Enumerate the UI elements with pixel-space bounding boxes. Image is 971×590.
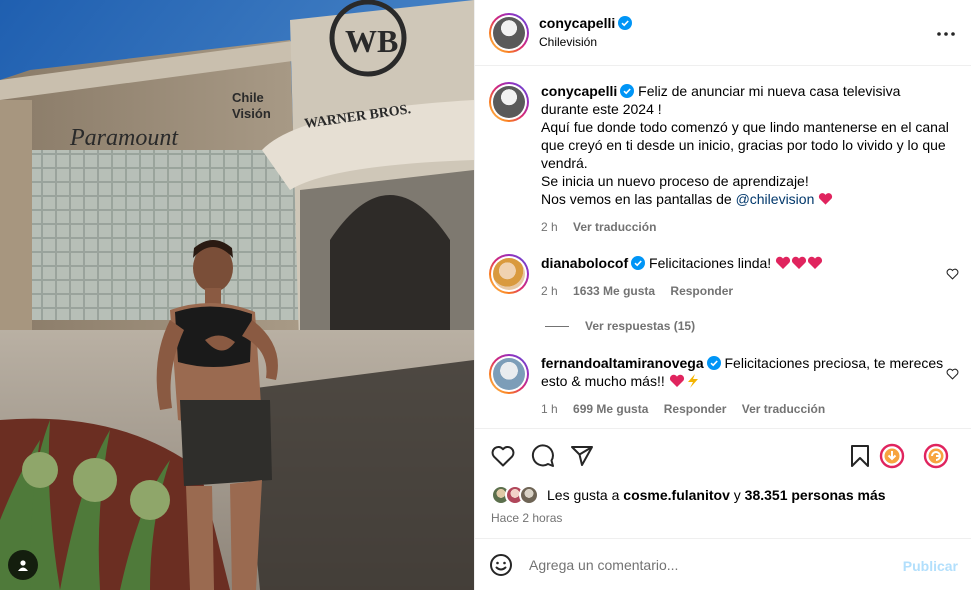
- verified-badge-icon: [618, 16, 633, 30]
- view-replies-button[interactable]: Ver respuestas (15): [545, 319, 695, 333]
- reply-button[interactable]: Responder: [664, 402, 727, 416]
- comment-bubble-icon: [531, 444, 554, 467]
- comments-scroll-area[interactable]: conycapelli Feliz de anunciar mi nueva c…: [475, 66, 971, 428]
- likes-prefix: Les gusta a: [547, 487, 620, 503]
- smiley-icon: [490, 554, 512, 576]
- more-options-button[interactable]: [934, 22, 958, 46]
- share-button[interactable]: [569, 443, 595, 469]
- comment-text: Felicitaciones linda!: [649, 255, 772, 271]
- repost-extension-button[interactable]: [923, 443, 949, 469]
- emoji-picker-button[interactable]: [489, 553, 513, 580]
- download-extension-button[interactable]: [879, 443, 905, 469]
- chv-sign-line1: Chile: [232, 90, 264, 105]
- caption-line-3: Se inicia un nuevo proceso de aprendizaj…: [541, 173, 809, 189]
- verified-badge-icon: [620, 84, 635, 98]
- verified-badge-icon: [631, 256, 646, 270]
- comment-username[interactable]: fernandoaltamiranovega: [541, 355, 704, 371]
- likes-count[interactable]: 38.351 personas más: [745, 487, 886, 503]
- author-username[interactable]: conycapelli: [539, 15, 615, 31]
- view-replies-label: Ver respuestas (15): [585, 319, 696, 333]
- heart-and-lightning-emoji-icon: [669, 374, 698, 388]
- repost-circle-icon: [923, 443, 949, 469]
- comment-author-avatar[interactable]: [489, 254, 529, 294]
- comment-likes[interactable]: 1633 Me gusta: [573, 284, 655, 298]
- paramount-sign: Paramount: [69, 125, 179, 151]
- caption-time[interactable]: 2 h: [541, 220, 558, 234]
- bookmark-icon: [851, 445, 869, 467]
- liker-username[interactable]: cosme.fulanitov: [623, 487, 730, 503]
- post-photo[interactable]: Paramount Chile Visión WB WARNER BROS.: [0, 0, 474, 590]
- like-comment-heart-icon[interactable]: [946, 268, 959, 280]
- liker-avatars[interactable]: [491, 485, 539, 505]
- tagged-people-button[interactable]: [8, 550, 38, 580]
- likes-summary: Les gusta a cosme.fulanitov y 38.351 per…: [491, 484, 886, 506]
- caption-line-2: Aquí fue donde todo comenzó y que lindo …: [541, 119, 949, 171]
- comment-input[interactable]: [529, 553, 889, 577]
- mention-link[interactable]: @chilevision: [736, 191, 815, 207]
- user-icon: [18, 560, 28, 571]
- post-header: conycapelli Chilevisión: [475, 0, 971, 66]
- photo-scene: Paramount Chile Visión WB WARNER BROS.: [0, 0, 474, 590]
- caption-translate-link[interactable]: Ver traducción: [573, 220, 656, 234]
- red-heart-icon: [819, 193, 833, 205]
- liker-avatar: [519, 485, 539, 505]
- more-dots-icon: [937, 32, 955, 36]
- caption-line-4: Nos vemos en las pantallas de: [541, 191, 732, 207]
- like-comment-heart-icon[interactable]: [946, 368, 959, 380]
- like-button[interactable]: [490, 443, 516, 469]
- reply-button[interactable]: Responder: [670, 284, 733, 298]
- paper-plane-icon: [571, 446, 593, 466]
- heart-icon: [491, 445, 515, 467]
- comment-likes[interactable]: 699 Me gusta: [573, 402, 648, 416]
- comment-time[interactable]: 2 h: [541, 284, 558, 298]
- comment-translate-link[interactable]: Ver traducción: [742, 402, 825, 416]
- replies-line-divider: [545, 325, 569, 327]
- chv-sign-line2: Visión: [232, 106, 271, 121]
- download-circle-icon: [879, 443, 905, 469]
- instagram-post-modal: Paramount Chile Visión WB WARNER BROS. c…: [0, 0, 971, 590]
- author-avatar[interactable]: [489, 13, 529, 53]
- comment-composer: Publicar: [475, 538, 971, 590]
- comment-username[interactable]: dianabolocof: [541, 255, 628, 271]
- publish-button[interactable]: Publicar: [903, 558, 958, 574]
- comment-time[interactable]: 1 h: [541, 402, 558, 416]
- caption-author-avatar[interactable]: [489, 82, 529, 122]
- post-action-bar: [475, 428, 971, 480]
- caption-author-username[interactable]: conycapelli: [541, 83, 617, 99]
- save-button[interactable]: [847, 443, 873, 469]
- three-hearts-emoji-icon: [776, 256, 823, 269]
- likes-conj: y: [733, 487, 741, 503]
- post-side-panel: conycapelli Chilevisión conycapelli Feli…: [474, 0, 971, 590]
- verified-badge-icon: [706, 356, 721, 370]
- post-location[interactable]: Chilevisión: [539, 35, 632, 49]
- comment-button[interactable]: [530, 443, 556, 469]
- comment-author-avatar[interactable]: [489, 354, 529, 394]
- post-timestamp[interactable]: Hace 2 horas: [491, 511, 562, 525]
- wb-logo: WB: [345, 23, 398, 59]
